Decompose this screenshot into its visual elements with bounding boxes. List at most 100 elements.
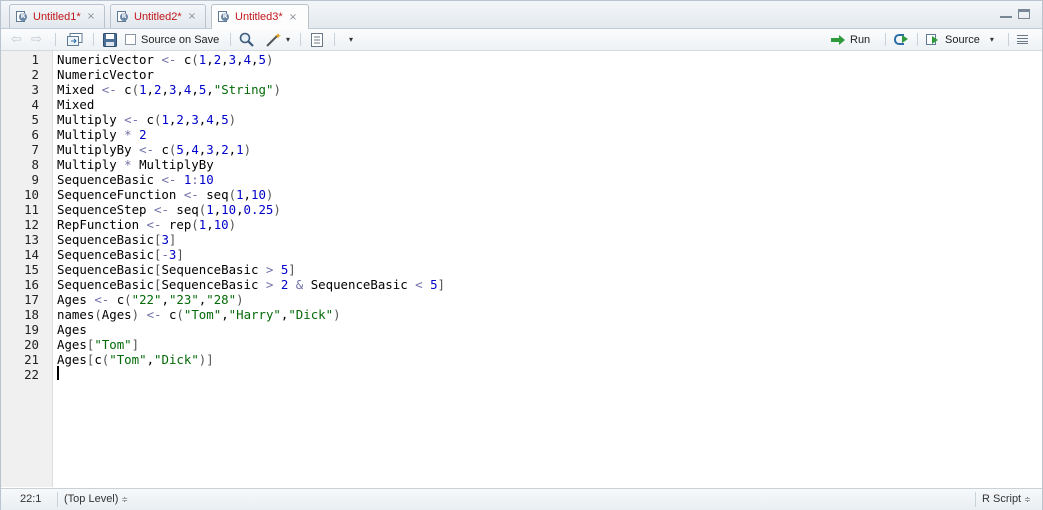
file-type-selector[interactable]: R Script ≑: [982, 493, 1031, 505]
scope-selector[interactable]: (Top Level) ≑: [64, 493, 128, 505]
close-icon[interactable]: ×: [188, 11, 196, 22]
code-line[interactable]: Multiply * MultiplyBy: [57, 157, 214, 172]
save-icon[interactable]: [103, 31, 117, 48]
line-number: 1: [31, 52, 39, 67]
code-line[interactable]: SequenceStep <- seq(1,10,0.25): [57, 202, 281, 217]
line-number: 22: [24, 367, 39, 382]
code-line[interactable]: SequenceFunction <- seq(1,10): [57, 187, 273, 202]
search-icon[interactable]: [239, 31, 254, 48]
forward-arrow-icon[interactable]: ⇨: [31, 31, 42, 48]
code-line[interactable]: Ages[c("Tom","Dick")]: [57, 352, 214, 367]
r-file-icon: R: [117, 10, 129, 23]
r-file-icon: R: [16, 10, 28, 23]
line-number: 11: [24, 202, 39, 217]
line-number: 17: [24, 292, 39, 307]
minimize-pane-icon[interactable]: [1000, 9, 1012, 18]
line-number: 21: [24, 352, 39, 367]
code-line[interactable]: Mixed <- c(1,2,3,4,5,"String"): [57, 82, 281, 97]
line-number: 2: [31, 67, 39, 82]
line-number: 5: [31, 112, 39, 127]
cursor-position: 22:1: [20, 493, 42, 505]
line-number: 15: [24, 262, 39, 277]
status-bar: 22:1 (Top Level) ≑ R Script ≑: [1, 488, 1042, 510]
toolbar-divider: [885, 33, 886, 46]
tab-label: Untitled3*: [235, 11, 283, 23]
chevron-down-icon[interactable]: ▾: [286, 35, 290, 44]
line-number: 16: [24, 277, 39, 292]
tab-untitled1[interactable]: R Untitled1* ×: [9, 4, 105, 28]
show-in-window-icon[interactable]: [67, 31, 83, 48]
toolbar-divider: [917, 33, 918, 46]
toolbar-divider: [1008, 33, 1009, 46]
status-divider: [975, 492, 976, 507]
toolbar-divider: [230, 33, 231, 46]
file-type-label: R Script: [982, 493, 1022, 505]
close-icon[interactable]: ×: [87, 11, 95, 22]
line-number: 18: [24, 307, 39, 322]
code-line[interactable]: Ages: [57, 322, 87, 337]
toolbar-divider: [300, 33, 301, 46]
code-line[interactable]: RepFunction <- rep(1,10): [57, 217, 236, 232]
code-line[interactable]: names(Ages) <- c("Tom","Harry","Dick"): [57, 307, 341, 322]
source-on-save-checkbox[interactable]: Source on Save: [125, 31, 219, 48]
scope-label: (Top Level): [64, 493, 119, 505]
more-options-dropdown[interactable]: ▾: [346, 31, 353, 48]
source-on-save-label: Source on Save: [141, 33, 220, 46]
line-number: 6: [31, 127, 39, 142]
code-line[interactable]: NumericVector: [57, 67, 154, 82]
run-arrow-icon: [831, 34, 845, 45]
line-number: 3: [31, 82, 39, 97]
close-icon[interactable]: ×: [289, 12, 297, 23]
source-editor-pane: R Untitled1* × R Untitled2* × R Untitled…: [0, 0, 1043, 510]
tab-label: Untitled2*: [134, 10, 182, 23]
code-line[interactable]: Mixed: [57, 97, 94, 112]
chevron-down-icon[interactable]: ▾: [349, 35, 353, 44]
editor-toolbar: ⇦ ⇨ Source on Save ▾ ▾ Run Source ▾: [1, 29, 1042, 51]
code-line[interactable]: SequenceBasic[3]: [57, 232, 176, 247]
toolbar-divider: [55, 33, 56, 46]
chevron-down-icon[interactable]: ▾: [990, 35, 994, 44]
code-line[interactable]: SequenceBasic[SequenceBasic > 2 & Sequen…: [57, 277, 445, 292]
code-line[interactable]: Multiply * 2: [57, 127, 147, 142]
toolbar-divider: [334, 33, 335, 46]
tab-untitled2[interactable]: R Untitled2* ×: [110, 4, 206, 28]
rerun-icon[interactable]: [894, 31, 912, 48]
r-file-icon: R: [218, 11, 230, 23]
code-tools-wand-icon[interactable]: ▾: [265, 31, 290, 48]
code-editor[interactable]: NumericVector <- c(1,2,3,4,5) NumericVect…: [53, 51, 1042, 487]
source-button[interactable]: Source ▾: [926, 31, 994, 48]
line-number: 4: [31, 97, 39, 112]
compile-notebook-icon[interactable]: [310, 31, 324, 48]
line-number: 7: [31, 142, 39, 157]
code-line[interactable]: MultiplyBy <- c(5,4,3,2,1): [57, 142, 251, 157]
status-divider: [57, 492, 58, 507]
maximize-pane-icon[interactable]: [1018, 9, 1030, 19]
tab-untitled3[interactable]: R Untitled3* ×: [211, 4, 309, 29]
code-line[interactable]: Ages <- c("22","23","28"): [57, 292, 244, 307]
line-number: 14: [24, 247, 39, 262]
run-button[interactable]: Run: [831, 31, 870, 48]
line-number: 10: [24, 187, 39, 202]
editor-tab-bar: R Untitled1* × R Untitled2* × R Untitled…: [1, 1, 1042, 29]
line-number: 12: [24, 217, 39, 232]
line-number: 8: [31, 157, 39, 172]
tab-label: Untitled1*: [33, 10, 81, 23]
toolbar-divider: [93, 33, 94, 46]
code-line[interactable]: SequenceBasic[SequenceBasic > 5]: [57, 262, 296, 277]
code-line[interactable]: Ages["Tom"]: [57, 337, 139, 352]
line-number: 13: [24, 232, 39, 247]
code-line[interactable]: NumericVector <- c(1,2,3,4,5): [57, 52, 273, 67]
line-number: 19: [24, 322, 39, 337]
back-arrow-icon[interactable]: ⇦: [11, 31, 22, 48]
updown-icon: ≑: [1024, 495, 1031, 504]
code-line[interactable]: SequenceBasic <- 1:10: [57, 172, 214, 187]
checkbox-box[interactable]: [125, 34, 136, 45]
outline-icon[interactable]: [1017, 31, 1028, 48]
text-cursor: [57, 366, 59, 380]
line-number-gutter: 1 2 3 4 5 6 7 8 9 10 11 12 13 14 15 16 17 18 19 20 21 22: [1, 51, 53, 487]
source-label: Source: [945, 33, 980, 46]
updown-icon: ≑: [121, 495, 129, 504]
line-number: 9: [31, 172, 39, 187]
code-line[interactable]: SequenceBasic[-3]: [57, 247, 184, 262]
code-line[interactable]: Multiply <- c(1,2,3,4,5): [57, 112, 236, 127]
